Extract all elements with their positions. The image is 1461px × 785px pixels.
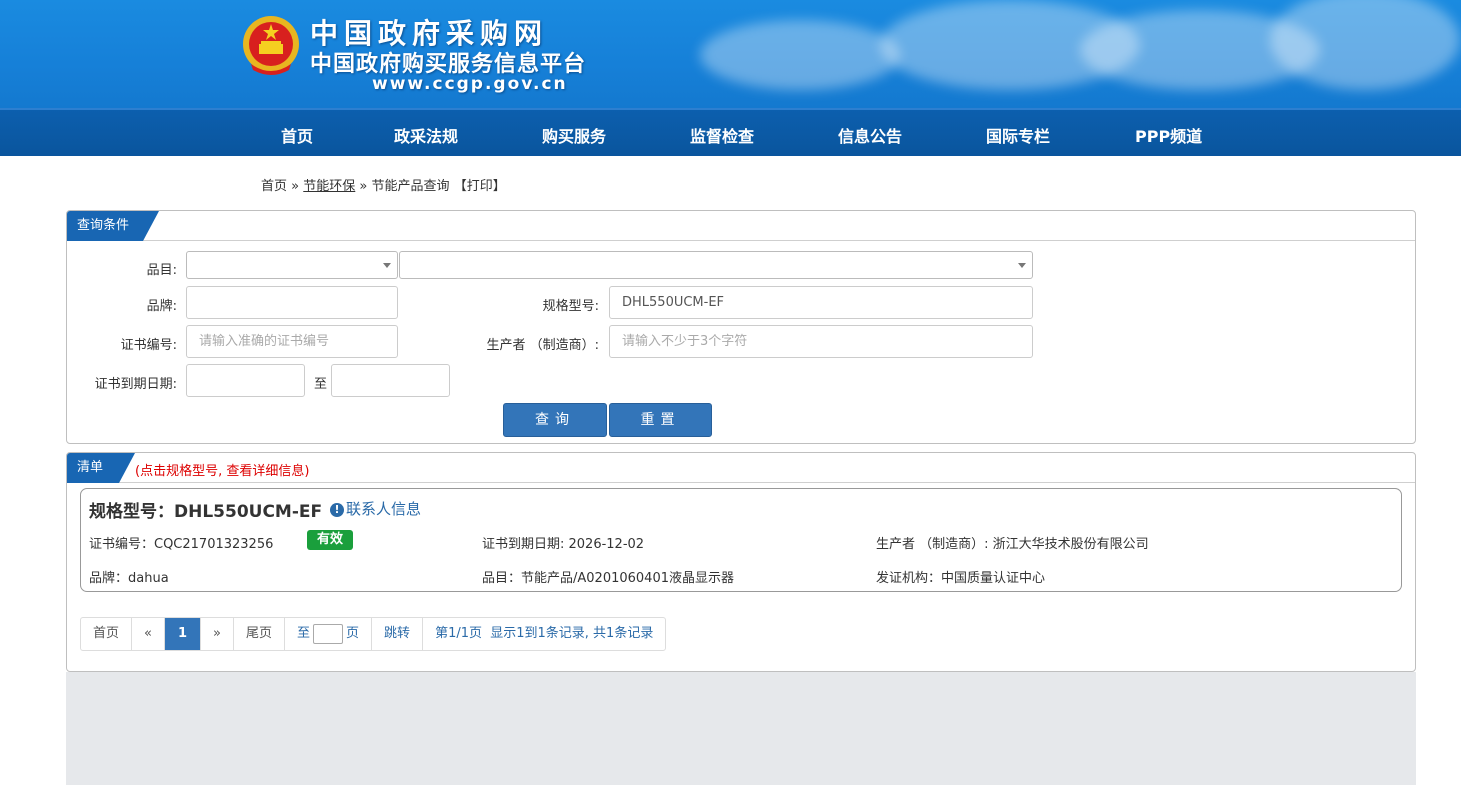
pager-first[interactable]: 首页 bbox=[81, 618, 133, 650]
cert-no-input[interactable]: 请输入准确的证书编号 bbox=[186, 325, 398, 358]
cloud-decoration bbox=[700, 20, 900, 90]
nav-item-international[interactable]: 国际专栏 bbox=[986, 123, 1050, 147]
reset-button[interactable]: 重置 bbox=[609, 403, 712, 437]
pager-jump-to: 至页 bbox=[285, 618, 373, 650]
pager-current-page[interactable]: 1 bbox=[164, 618, 202, 650]
results-hint: (点击规格型号, 查看详细信息) bbox=[135, 464, 310, 479]
result-model-link[interactable]: 规格型号：DHL550UCM-EF bbox=[89, 497, 322, 522]
category-label: 品目: bbox=[146, 263, 177, 278]
result-maker: 生产者 （制造商）: 浙江大华技术股份有限公司 bbox=[876, 537, 1149, 552]
breadcrumb-section-link[interactable]: 节能环保 bbox=[303, 179, 355, 194]
breadcrumb-current: 节能产品查询 bbox=[371, 179, 450, 194]
category-select-level1[interactable] bbox=[186, 251, 398, 279]
maker-input[interactable]: 请输入不少于3个字符 bbox=[609, 325, 1033, 358]
query-panel-header: 查询条件 bbox=[67, 211, 1415, 241]
breadcrumb-home[interactable]: 首页 bbox=[261, 179, 287, 194]
chevron-down-icon bbox=[383, 263, 391, 268]
header-banner: 中国政府采购网 中国政府购买服务信息平台 www.ccgp.gov.cn bbox=[0, 0, 1461, 108]
query-panel: 查询条件 品目: 品牌: 规格型号: DHL550UCM-EF 证书编号: 请输… bbox=[66, 210, 1416, 444]
pagination: 首页 « 1 » 尾页 至页 跳转 第1/1页 显示1到1条记录, 共1条记录 bbox=[80, 617, 667, 651]
site-url: www.ccgp.gov.cn bbox=[372, 74, 568, 94]
result-cert-no: 证书编号：CQC21701323256 bbox=[89, 537, 274, 552]
nav-item-announcements[interactable]: 信息公告 bbox=[838, 123, 902, 147]
model-label: 规格型号: bbox=[542, 299, 599, 314]
results-panel: 清单 (点击规格型号, 查看详细信息) 规格型号：DHL550UCM-EF ! 联… bbox=[66, 452, 1416, 672]
nav-item-supervision[interactable]: 监督检查 bbox=[690, 123, 754, 147]
search-button[interactable]: 查询 bbox=[503, 403, 607, 437]
date-range-to-label: 至 bbox=[313, 377, 327, 392]
nav-item-regulations[interactable]: 政采法规 bbox=[394, 123, 458, 147]
category-select-level2[interactable] bbox=[399, 251, 1033, 279]
results-panel-header: 清单 (点击规格型号, 查看详细信息) bbox=[67, 453, 1415, 483]
query-panel-tab: 查询条件 bbox=[67, 211, 159, 241]
brand-input[interactable] bbox=[186, 286, 398, 319]
page-number-input[interactable] bbox=[313, 623, 344, 644]
page-footer-area bbox=[66, 672, 1416, 785]
expiry-label: 证书到期日期: bbox=[94, 377, 177, 392]
results-panel-tab: 清单 bbox=[67, 453, 135, 483]
pager-prev[interactable]: « bbox=[132, 618, 165, 650]
breadcrumb-separator: » bbox=[291, 179, 300, 194]
pager-summary: 第1/1页 显示1到1条记录, 共1条记录 bbox=[435, 626, 654, 641]
result-expiry: 证书到期日期: 2026-12-02 bbox=[482, 537, 645, 552]
pager-to-label: 至 bbox=[297, 626, 311, 641]
nav-item-purchase-services[interactable]: 购买服务 bbox=[542, 123, 606, 147]
breadcrumb-separator: » bbox=[359, 179, 368, 194]
print-link[interactable]: 【打印】 bbox=[454, 179, 506, 194]
maker-label: 生产者 （制造商）: bbox=[486, 338, 599, 353]
result-card: 规格型号：DHL550UCM-EF ! 联系人信息 证书编号：CQC2170132… bbox=[80, 488, 1402, 592]
expiry-end-input[interactable] bbox=[331, 364, 450, 397]
pager-jump-button[interactable]: 跳转 bbox=[372, 618, 424, 650]
status-badge: 有效 bbox=[307, 530, 354, 550]
brand-label: 品牌: bbox=[146, 299, 177, 314]
contact-info-label: 联系人信息 bbox=[346, 500, 422, 518]
result-category: 品目：节能产品/A0201060401液晶显示器 bbox=[482, 571, 734, 586]
cloud-decoration bbox=[1270, 0, 1460, 90]
nav-item-ppp[interactable]: PPP频道 bbox=[1135, 123, 1202, 147]
expiry-start-input[interactable] bbox=[186, 364, 305, 397]
main-nav: 首页 政采法规 购买服务 监督检查 信息公告 国际专栏 PPP频道 bbox=[0, 108, 1461, 156]
nav-item-home[interactable]: 首页 bbox=[281, 123, 313, 147]
pager-page-unit: 页 bbox=[346, 626, 360, 641]
chevron-down-icon bbox=[1018, 263, 1026, 268]
result-brand: 品牌：dahua bbox=[89, 571, 169, 586]
info-icon: ! bbox=[330, 503, 344, 517]
cert-no-label: 证书编号: bbox=[120, 338, 177, 353]
pager-next[interactable]: » bbox=[201, 618, 234, 650]
contact-info-link[interactable]: ! 联系人信息 bbox=[330, 498, 421, 519]
national-emblem-icon bbox=[243, 16, 299, 75]
result-issuer: 发证机构：中国质量认证中心 bbox=[876, 571, 1046, 586]
pager-last[interactable]: 尾页 bbox=[234, 618, 286, 650]
breadcrumb: 首页 » 节能环保 » 节能产品查询 【打印】 bbox=[261, 175, 506, 194]
model-input[interactable]: DHL550UCM-EF bbox=[609, 286, 1033, 319]
